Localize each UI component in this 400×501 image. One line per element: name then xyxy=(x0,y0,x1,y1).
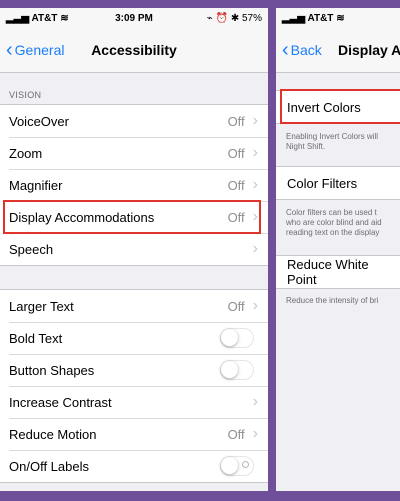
row-magnifier[interactable]: Magnifier Off › xyxy=(0,169,268,201)
chevron-right-icon: › xyxy=(252,393,258,410)
row-value: Off xyxy=(227,298,245,314)
button-shapes-toggle[interactable] xyxy=(220,360,254,380)
onoff-labels-toggle[interactable] xyxy=(220,456,254,476)
status-bar: ▂▃▅ AT&T ≋ 3:09 PM ⌁ ⏰ ✱ 57% xyxy=(0,8,268,30)
row-bold-text: Bold Text xyxy=(0,322,268,354)
reduce-white-point-footer: Reduce the intensity of bri xyxy=(286,296,400,306)
nav-bar: ‹ General Accessibility xyxy=(0,30,268,73)
row-value: Off xyxy=(227,113,245,129)
row-label: Magnifier xyxy=(9,177,63,193)
footer-line: Reduce the intensity of bri xyxy=(286,296,379,305)
row-label: Speech xyxy=(9,241,54,257)
section-header-vision: VISION xyxy=(9,90,42,100)
invert-colors-footer: Enabling Invert Colors will Night Shift. xyxy=(286,132,400,152)
footer-line: who are color blind and aid xyxy=(286,218,382,227)
carrier-label: ▂▃▅ AT&T ≋ xyxy=(282,13,345,24)
row-color-filters[interactable]: Color Filters xyxy=(276,167,400,199)
page-title: Accessibility xyxy=(91,42,177,58)
row-larger-text[interactable]: Larger Text Off › xyxy=(0,290,268,322)
chevron-right-icon: › xyxy=(252,240,258,257)
row-label: Color Filters xyxy=(287,175,358,191)
row-button-shapes: Button Shapes xyxy=(0,354,268,386)
row-value: Off xyxy=(227,177,245,193)
row-voiceover[interactable]: VoiceOver Off › xyxy=(0,105,268,137)
row-label: Reduce White Point xyxy=(287,257,369,287)
chevron-right-icon: › xyxy=(252,425,258,442)
back-button[interactable]: ‹ Back xyxy=(282,39,322,61)
toggle-knob xyxy=(221,457,238,474)
chevron-left-icon: ‹ xyxy=(282,39,289,61)
highlight-invert-colors xyxy=(280,89,400,124)
row-label: Increase Contrast xyxy=(9,394,112,410)
off-circle-icon xyxy=(242,461,249,468)
row-label: Button Shapes xyxy=(9,362,95,378)
highlight-display-accommodations xyxy=(3,200,261,234)
footer-line: Enabling Invert Colors will xyxy=(286,132,379,141)
signal-icon: ▂▃▅ xyxy=(282,13,308,24)
row-label: Zoom xyxy=(9,145,43,161)
chevron-right-icon: › xyxy=(252,144,258,161)
display-accommodations-screen: ▂▃▅ AT&T ≋ ‹ Back Display Acc Invert Col… xyxy=(276,8,400,491)
bold-text-toggle[interactable] xyxy=(220,328,254,348)
interaction-group: Larger Text Off › Bold Text Button Shape… xyxy=(0,289,268,483)
row-label: VoiceOver xyxy=(9,113,69,129)
back-label: Back xyxy=(290,42,322,58)
row-reduce-white-point[interactable]: Reduce White Point xyxy=(276,256,400,288)
row-reduce-motion[interactable]: Reduce Motion Off › xyxy=(0,418,268,450)
wifi-icon: ≋ xyxy=(336,13,345,24)
nav-bar: ‹ Back Display Acc xyxy=(276,30,400,73)
row-value: Off xyxy=(227,426,245,442)
row-value: Off xyxy=(227,145,245,161)
reduce-white-point-group: Reduce White Point xyxy=(276,255,400,289)
chevron-right-icon: › xyxy=(252,176,258,193)
status-right: ⌁ ⏰ ✱ 57% xyxy=(206,13,262,24)
row-increase-contrast[interactable]: Increase Contrast › xyxy=(0,386,268,418)
row-label: Bold Text xyxy=(9,330,63,346)
footer-line: Color filters can be used t xyxy=(286,208,377,217)
page-title: Display Acc xyxy=(338,42,400,58)
vision-group: VoiceOver Off › Zoom Off › Magnifier Off… xyxy=(0,104,268,266)
toggle-knob xyxy=(221,329,238,346)
row-label: On/Off Labels xyxy=(9,458,89,474)
accessibility-screen: ▂▃▅ AT&T ≋ 3:09 PM ⌁ ⏰ ✱ 57% ‹ General A… xyxy=(0,8,268,491)
chevron-right-icon: › xyxy=(252,297,258,314)
row-label: Larger Text xyxy=(9,298,74,314)
chevron-right-icon: › xyxy=(252,112,258,129)
footer-line: Night Shift. xyxy=(286,142,326,151)
color-filters-footer: Color filters can be used t who are colo… xyxy=(286,208,400,238)
row-label: Reduce Motion xyxy=(9,426,97,442)
footer-line: reading text on the display xyxy=(286,228,380,237)
row-speech[interactable]: Speech › xyxy=(0,233,268,265)
row-zoom[interactable]: Zoom Off › xyxy=(0,137,268,169)
row-onoff-labels: On/Off Labels xyxy=(0,450,268,482)
status-bar: ▂▃▅ AT&T ≋ xyxy=(276,8,400,30)
color-filters-group: Color Filters xyxy=(276,166,400,200)
toggle-knob xyxy=(221,361,238,378)
